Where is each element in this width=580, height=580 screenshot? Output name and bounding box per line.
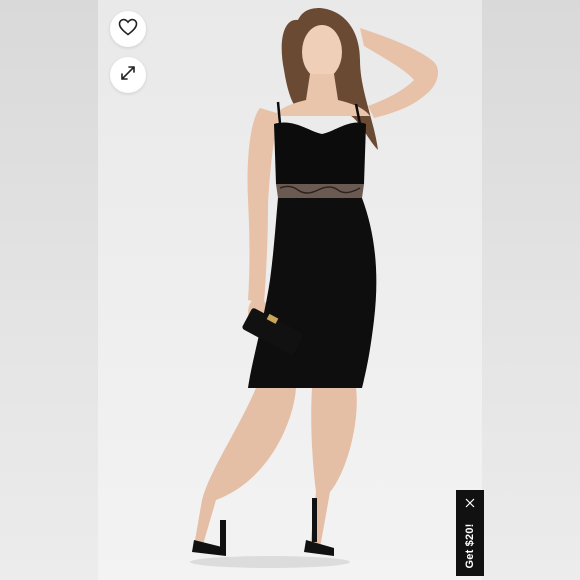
backdrop-left <box>0 0 98 580</box>
leg-right <box>310 388 357 548</box>
dress-strap-left <box>276 101 282 125</box>
shoe-right-heel <box>312 498 317 542</box>
shoe-left-heel <box>220 520 226 548</box>
raised-arm <box>360 28 439 118</box>
like-button[interactable] <box>110 11 146 47</box>
face <box>302 25 342 79</box>
product-photo <box>98 0 482 580</box>
heart-icon <box>118 18 138 41</box>
expand-arrows-icon <box>119 64 137 87</box>
dress-bodice <box>274 122 366 184</box>
backdrop-right <box>482 0 580 580</box>
floor-shadow <box>190 556 350 568</box>
leg-left <box>194 388 296 548</box>
close-icon[interactable] <box>456 494 484 512</box>
expand-image-button[interactable] <box>110 57 146 93</box>
promo-label[interactable]: Get $20! <box>464 523 476 568</box>
promo-banner[interactable]: Get $20! <box>456 490 484 576</box>
model-illustration <box>190 8 439 568</box>
